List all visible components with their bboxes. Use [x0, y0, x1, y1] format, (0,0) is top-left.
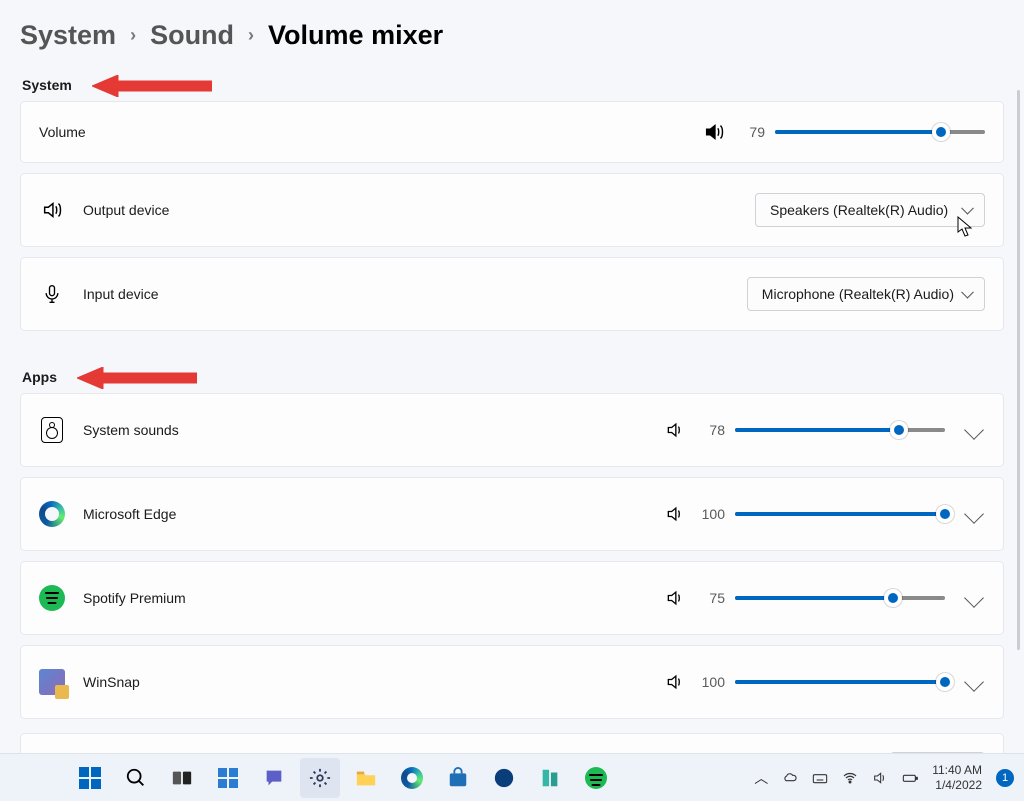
speaker-icon [665, 588, 685, 608]
app-row-system-sounds[interactable]: System sounds 78 [20, 393, 1004, 467]
app-volume-slider[interactable] [735, 420, 945, 440]
app-volume-value: 100 [699, 674, 725, 690]
reset-card: Reset sound devices and volumes for all … [20, 733, 1004, 753]
taskbar-store[interactable] [438, 758, 478, 798]
output-device-card: Output device Speakers (Realtek(R) Audio… [20, 173, 1004, 247]
speaker-icon [665, 672, 685, 692]
app-row-winsnap[interactable]: WinSnap 100 [20, 645, 1004, 719]
section-header-apps-label: Apps [22, 369, 57, 385]
volume-slider[interactable] [775, 122, 985, 142]
battery-icon[interactable] [902, 770, 918, 786]
taskbar-app-generic[interactable] [484, 758, 524, 798]
taskbar-spotify[interactable] [576, 758, 616, 798]
output-device-label: Output device [83, 202, 169, 218]
breadcrumb: System › Sound › Volume mixer [20, 20, 1004, 51]
app-volume-value: 75 [699, 590, 725, 606]
tray-time: 11:40 AM [932, 763, 982, 777]
annotation-arrow-icon [92, 75, 212, 97]
speaker-icon [665, 504, 685, 524]
app-row-spotify[interactable]: Spotify Premium 75 [20, 561, 1004, 635]
tray-date: 1/4/2022 [932, 778, 982, 792]
chevron-right-icon: › [130, 25, 136, 46]
speaker-icon [703, 121, 725, 143]
tray-overflow[interactable]: ︿ [754, 768, 768, 788]
edge-icon [39, 501, 65, 527]
spotify-icon [39, 585, 65, 611]
volume-tray-icon[interactable] [872, 770, 888, 786]
taskbar-search[interactable] [116, 758, 156, 798]
app-volume-slider[interactable] [735, 588, 945, 608]
section-header-system: System [22, 77, 1004, 93]
output-device-select[interactable]: Speakers (Realtek(R) Audio) [755, 193, 985, 227]
keyboard-icon[interactable] [812, 770, 828, 786]
taskbar-chat[interactable] [254, 758, 294, 798]
app-row-edge[interactable]: Microsoft Edge 100 [20, 477, 1004, 551]
annotation-arrow-icon [77, 367, 197, 389]
settings-page: System › Sound › Volume mixer System Vol… [0, 0, 1024, 753]
taskbar-edge[interactable] [392, 758, 432, 798]
app-volume-slider[interactable] [735, 672, 945, 692]
app-label: System sounds [83, 422, 179, 438]
system-volume-card: Volume 79 [20, 101, 1004, 163]
tray-clock[interactable]: 11:40 AM 1/4/2022 [932, 763, 982, 792]
breadcrumb-system[interactable]: System [20, 20, 116, 51]
app-volume-value: 78 [699, 422, 725, 438]
system-tray: ︿ 11:40 AM 1/4/2022 1 [754, 763, 1014, 792]
section-header-apps: Apps [22, 369, 1004, 385]
microphone-icon [39, 283, 65, 305]
volume-label: Volume [39, 124, 86, 140]
speaker-icon [665, 420, 685, 440]
speaker-icon [39, 199, 65, 221]
chevron-down-icon[interactable] [964, 588, 984, 608]
app-label: WinSnap [83, 674, 140, 690]
app-label: Spotify Premium [83, 590, 186, 606]
onedrive-icon[interactable] [782, 770, 798, 786]
input-device-card: Input device Microphone (Realtek(R) Audi… [20, 257, 1004, 331]
scrollbar[interactable] [1017, 90, 1020, 650]
taskbar-app-teal[interactable] [530, 758, 570, 798]
app-volume-value: 100 [699, 506, 725, 522]
system-sounds-icon [41, 417, 63, 443]
taskbar-settings[interactable] [300, 758, 340, 798]
chevron-right-icon: › [248, 25, 254, 46]
breadcrumb-sound[interactable]: Sound [150, 20, 234, 51]
taskbar-widgets[interactable] [208, 758, 248, 798]
notification-badge[interactable]: 1 [996, 769, 1014, 787]
taskbar: ︿ 11:40 AM 1/4/2022 1 [0, 753, 1024, 801]
chevron-down-icon[interactable] [964, 420, 984, 440]
chevron-down-icon[interactable] [964, 672, 984, 692]
taskbar-explorer[interactable] [346, 758, 386, 798]
taskbar-task-view[interactable] [162, 758, 202, 798]
breadcrumb-current: Volume mixer [268, 20, 443, 51]
app-volume-slider[interactable] [735, 504, 945, 524]
winsnap-icon [39, 669, 65, 695]
input-device-select[interactable]: Microphone (Realtek(R) Audio) [747, 277, 985, 311]
input-device-label: Input device [83, 286, 159, 302]
chevron-down-icon[interactable] [964, 504, 984, 524]
wifi-icon[interactable] [842, 770, 858, 786]
section-header-system-label: System [22, 77, 72, 93]
app-label: Microsoft Edge [83, 506, 176, 522]
volume-value: 79 [739, 124, 765, 140]
taskbar-start[interactable] [70, 758, 110, 798]
